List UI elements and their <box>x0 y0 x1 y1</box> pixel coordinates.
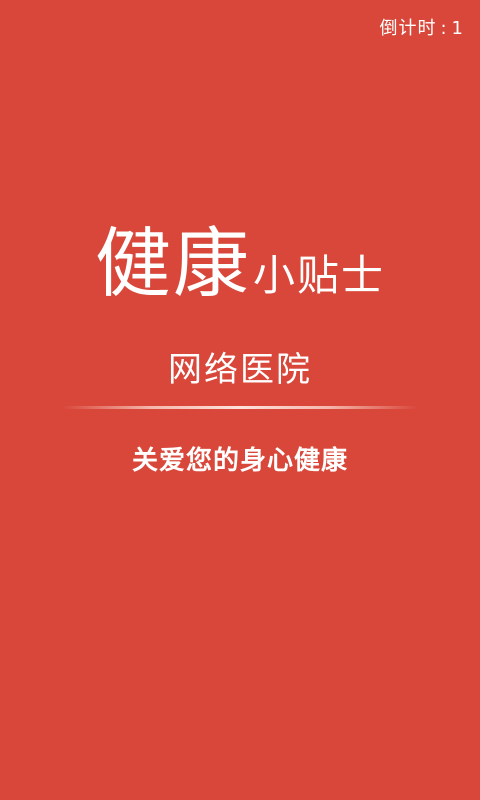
countdown-label: 倒计时 <box>379 18 437 39</box>
divider-line <box>62 406 418 409</box>
logo-main-text: 健康 <box>94 219 251 308</box>
countdown-skip-timer[interactable]: 倒计时:1 <box>379 14 464 40</box>
countdown-value: 1 <box>451 18 464 39</box>
logo-suffix-text: 小贴士 <box>252 251 385 300</box>
app-slogan: 关爱您的身心健康 <box>131 446 348 476</box>
app-subtitle: 网络医院 <box>168 350 312 390</box>
app-logo: 健康小贴士 <box>0 226 480 302</box>
countdown-separator: : <box>440 18 448 39</box>
